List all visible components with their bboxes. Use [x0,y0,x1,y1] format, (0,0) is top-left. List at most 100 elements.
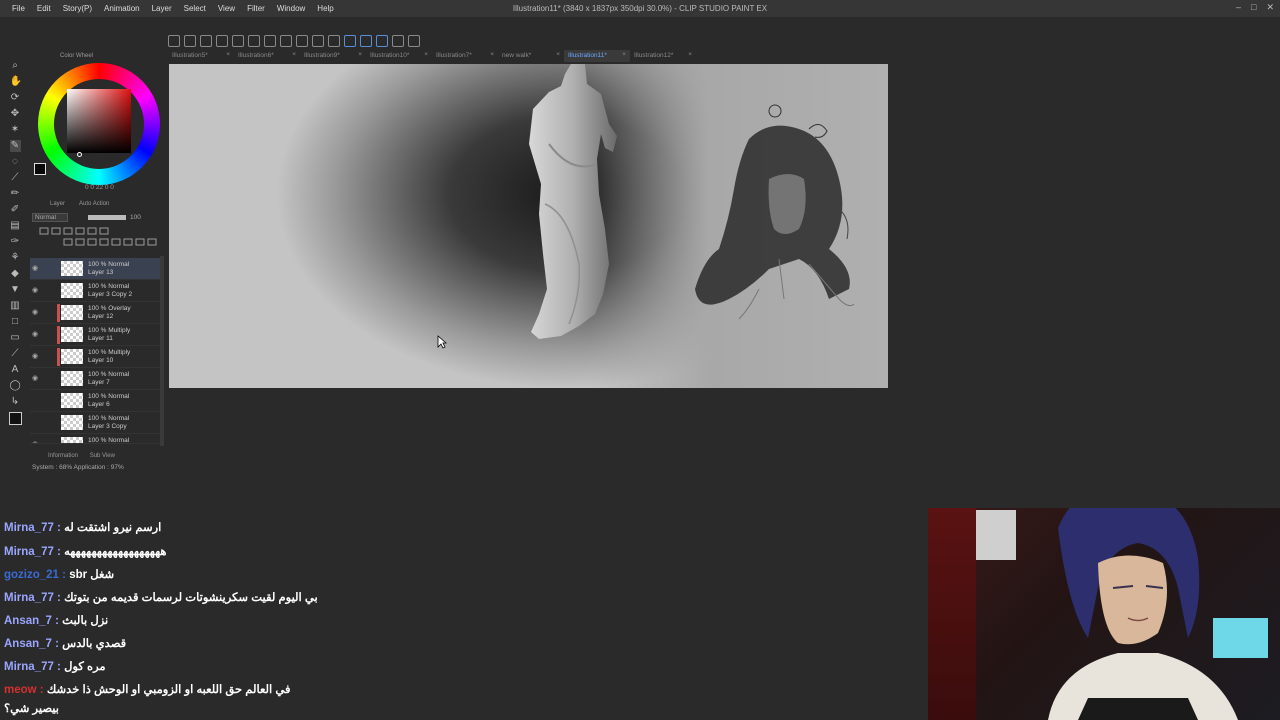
undo-icon[interactable] [232,35,244,47]
tab-illustration12[interactable]: Illustration12* × [630,50,696,62]
layer-row[interactable]: 100 % Normal Layer 3 Copy [30,412,162,434]
special-ruler-snap-icon[interactable] [360,35,372,47]
menu-animation[interactable]: Animation [98,4,146,13]
assets-icon[interactable] [408,35,420,47]
pen-icon[interactable]: ✎ [9,140,21,152]
layer-icon[interactable] [63,227,73,235]
copy-layer-icon[interactable] [99,238,109,246]
foreground-color-swatch[interactable] [34,163,46,175]
maximize-icon[interactable]: □ [1251,2,1256,13]
mask-icon[interactable] [123,238,133,246]
eye-icon[interactable]: ◉ [32,308,38,316]
correct-line-icon[interactable]: ↳ [10,396,21,408]
close-tab-icon[interactable]: × [226,51,230,58]
snap-icon[interactable] [312,35,324,47]
tab-illustration9[interactable]: Illustration9* × [300,50,366,62]
close-tab-icon[interactable]: × [556,51,560,58]
balloon-icon[interactable]: ◯ [10,380,21,392]
layer-row[interactable]: ◉ 100 % Overlay Layer 12 [30,302,162,324]
layer-row[interactable]: ◉ 100 % Multiply Layer 11 [30,324,162,346]
settings-icon[interactable] [264,35,276,47]
layer-row[interactable]: ◉ 100 % Normal [30,434,162,444]
close-tab-icon[interactable]: × [688,51,692,58]
blend-icon[interactable]: ⚘ [10,252,21,264]
fill-icon[interactable] [280,35,292,47]
color-picker-cursor[interactable] [77,152,82,157]
tab-illustration11[interactable]: Illustration11* × [564,50,630,62]
layer-icon[interactable] [87,227,97,235]
eye-icon[interactable]: ◉ [32,440,38,443]
zoom-icon[interactable]: ⌕ [10,60,21,72]
new-file-icon[interactable] [184,35,196,47]
layer-icon[interactable] [99,227,109,235]
eye-icon[interactable]: ◉ [32,264,38,272]
menu-select[interactable]: Select [178,4,212,13]
home-icon[interactable] [168,35,180,47]
merge-layer-icon[interactable] [111,238,121,246]
eraser-icon[interactable]: ◆ [10,268,21,280]
layer-icon[interactable] [39,227,49,235]
grid-snap-icon[interactable] [376,35,388,47]
close-tab-icon[interactable]: × [622,51,626,58]
decoration-icon[interactable]: ✑ [10,236,21,248]
close-tab-icon[interactable]: × [490,51,494,58]
save-icon[interactable] [216,35,228,47]
eye-icon[interactable]: ◉ [32,330,38,338]
lasso-icon[interactable]: ◌ [10,156,21,168]
redo-icon[interactable] [248,35,260,47]
layer-row[interactable]: ◉ 100 % Normal Layer 3 Copy 2 [30,280,162,302]
trash-icon[interactable] [147,238,157,246]
layer-scrollbar[interactable] [160,256,164,446]
close-tab-icon[interactable]: × [292,51,296,58]
airbrush-icon[interactable]: ▤ [10,220,21,232]
close-icon[interactable]: ✕ [1266,2,1274,13]
menu-window[interactable]: Window [271,4,311,13]
menu-edit[interactable]: Edit [31,4,57,13]
new-vector-layer-icon[interactable] [75,238,85,246]
layer-row[interactable]: ◉ 100 % Normal Layer 13 [30,258,162,280]
menu-layer[interactable]: Layer [146,4,178,13]
menu-view[interactable]: View [212,4,241,13]
new-raster-layer-icon[interactable] [63,238,73,246]
new-folder-icon[interactable] [87,238,97,246]
tab-illustration10[interactable]: Illustration10* × [366,50,432,62]
rotate-icon[interactable]: ⟳ [10,92,21,104]
close-tab-icon[interactable]: × [424,51,428,58]
pencil-icon[interactable]: ✏ [10,188,21,200]
main-color-swatch[interactable] [8,412,22,425]
gradient-icon[interactable]: ▥ [10,300,21,312]
layer-row[interactable]: ◉ 100 % Normal Layer 7 [30,368,162,390]
opacity-value[interactable]: 100 [130,214,141,221]
hand-icon[interactable]: ✋ [10,76,22,88]
brush-icon[interactable]: ✐ [10,204,21,216]
tab-information[interactable]: Information [48,453,78,459]
deselect-icon[interactable] [328,35,340,47]
tab-new-walk[interactable]: new walk* × [498,50,564,62]
opacity-slider[interactable] [88,214,126,220]
clip-studio-icon[interactable] [392,35,404,47]
layer-row[interactable]: 100 % Normal Layer 6 [30,390,162,412]
auto-select-icon[interactable]: ✶ [10,124,21,136]
eye-icon[interactable]: ◉ [32,286,38,294]
eye-icon[interactable]: ◉ [32,352,38,360]
menu-story[interactable]: Story(P) [57,4,98,13]
blend-mode-select[interactable]: Normal [32,212,68,222]
transform-icon[interactable] [296,35,308,47]
menu-filter[interactable]: Filter [241,4,271,13]
fill-tool-icon[interactable]: ▼ [10,284,21,296]
move-icon[interactable]: ✥ [10,108,21,120]
tab-illustration6[interactable]: Illustration6* × [234,50,300,62]
eye-icon[interactable]: ◉ [32,374,38,382]
tab-sub-view[interactable]: Sub View [90,453,115,459]
ruler-icon[interactable]: ⟋ [10,348,21,360]
menu-file[interactable]: File [6,4,31,13]
layer-icon[interactable] [75,227,85,235]
menu-help[interactable]: Help [311,4,339,13]
tab-illustration5[interactable]: Illustration5* × [168,50,234,62]
close-tab-icon[interactable]: × [358,51,362,58]
minimize-icon[interactable]: – [1236,2,1241,13]
text-icon[interactable]: A [10,364,21,376]
layer-icon[interactable] [51,227,61,235]
clear-icon[interactable] [135,238,145,246]
saturation-value-square[interactable] [67,89,131,153]
